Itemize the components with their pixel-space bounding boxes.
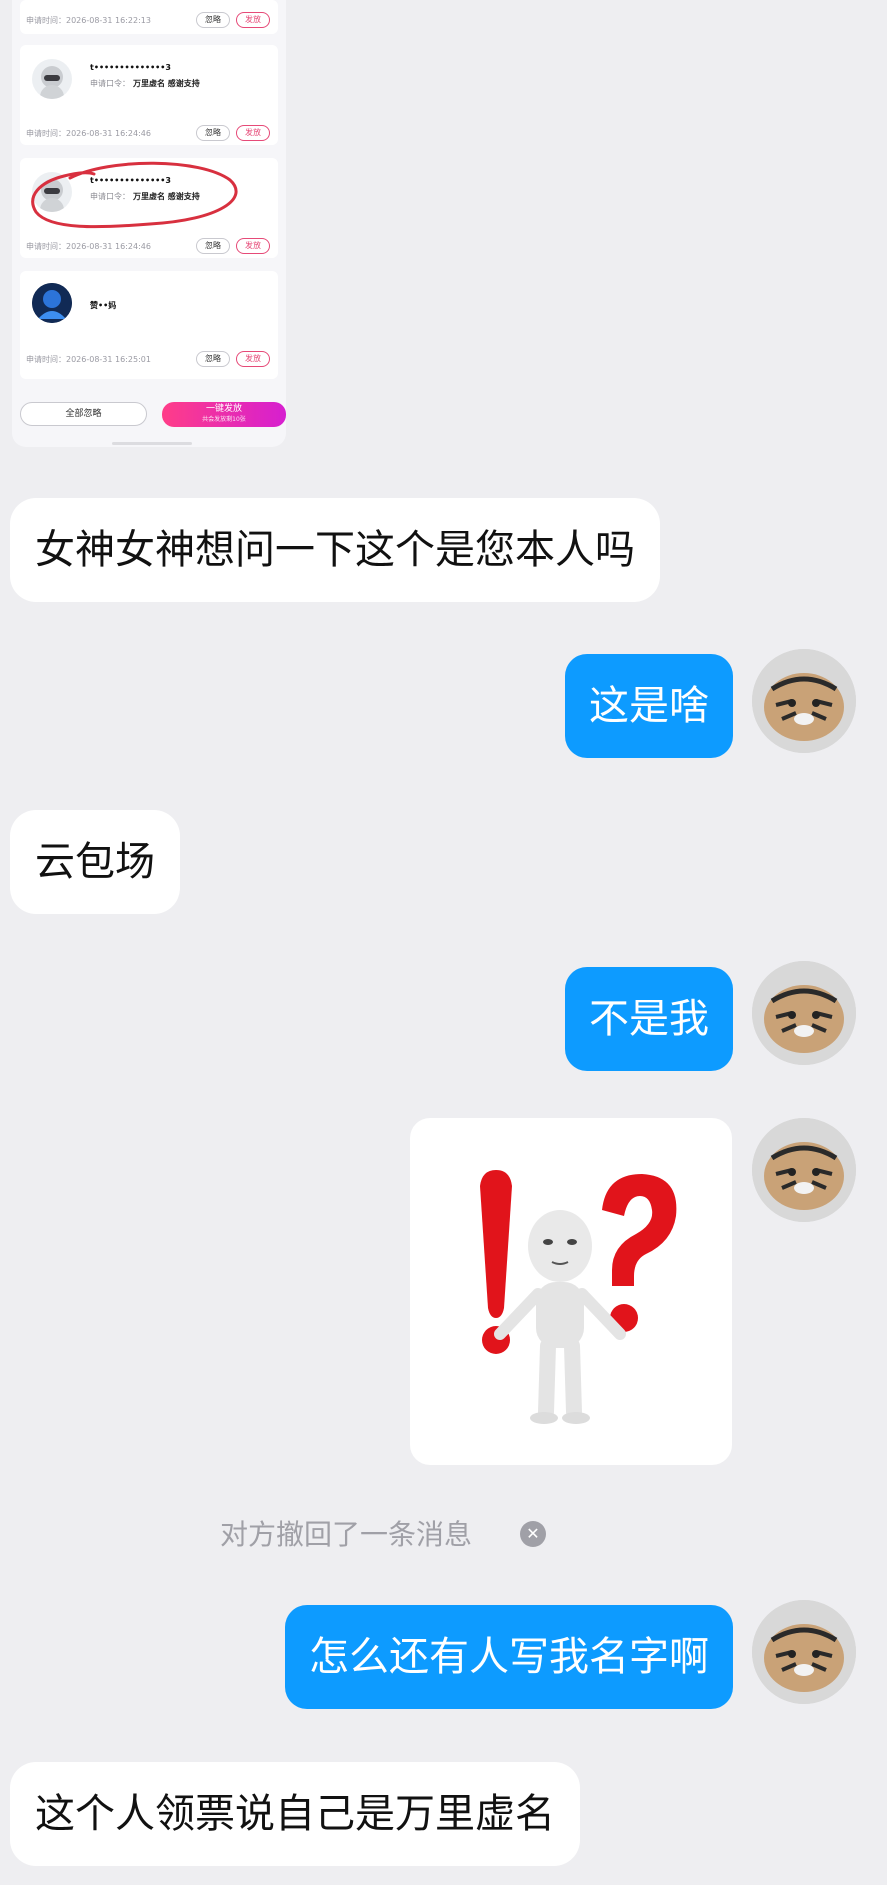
ignore-all-button[interactable]: 全部忽略 [20, 402, 147, 426]
message-bubble-incoming: 这个人领票说自己是万里虚名 [10, 1762, 580, 1866]
send-all-label: 一键发放 [205, 404, 242, 414]
avatar[interactable] [752, 1600, 856, 1704]
user-name: t••••••••••••••3 [90, 63, 171, 72]
message-bubble-incoming: 云包场 [10, 810, 180, 914]
bottom-action-bar: 全部忽略 一键发放 共会发放剩10张 [20, 402, 286, 428]
message-bubble-outgoing: 不是我 [565, 967, 733, 1071]
send-all-button[interactable]: 一键发放 共会发放剩10张 [162, 402, 286, 427]
time-row: 申请时间：2026-08-31 16:22:13 忽略 发放 [20, 8, 278, 32]
ignore-button[interactable]: 忽略 [196, 351, 230, 367]
avatar[interactable] [752, 1118, 856, 1222]
message-bubble-incoming: 女神女神想问一下这个是您本人吗 [10, 498, 660, 602]
time-row: 申请时间：2026-08-31 16:24:46 忽略 发放 [20, 121, 278, 145]
avatar[interactable] [752, 649, 856, 753]
message-bubble-outgoing: 这是啥 [565, 654, 733, 758]
close-circle-icon[interactable]: ✕ [520, 1521, 546, 1547]
apply-time: 申请时间：2026-08-31 16:25:01 [26, 354, 151, 364]
apply-command: 申请口令： 万里虚名 感谢支持 [90, 79, 200, 88]
sticker-message[interactable] [410, 1118, 732, 1465]
home-indicator [112, 442, 192, 445]
user-name: 赞••妈 [90, 301, 117, 310]
send-button[interactable]: 发放 [236, 125, 270, 141]
embedded-screenshot: 申请时间：2026-08-31 16:22:13 忽略 发放 t••••••••… [12, 0, 286, 447]
red-annotation-circle [31, 161, 238, 229]
send-button[interactable]: 发放 [236, 351, 270, 367]
send-button[interactable]: 发放 [236, 12, 270, 28]
send-all-sublabel: 共会发放剩10张 [202, 416, 246, 423]
ignore-button[interactable]: 忽略 [196, 125, 230, 141]
time-row: 申请时间：2026-08-31 16:25:01 忽略 发放 [20, 347, 278, 371]
apply-time: 申请时间：2026-08-31 16:22:13 [26, 15, 151, 25]
exclamation-question-sticker [480, 1170, 677, 1424]
avatar [32, 283, 72, 323]
apply-time: 申请时间：2026-08-31 16:24:46 [26, 128, 151, 138]
recall-notice: 对方撤回了一条消息 [220, 1518, 473, 1551]
avatar [32, 59, 72, 99]
avatar[interactable] [752, 961, 856, 1065]
ignore-button[interactable]: 忽略 [196, 12, 230, 28]
message-bubble-outgoing: 怎么还有人写我名字啊 [285, 1605, 733, 1709]
apply-time: 申请时间：2026-08-31 16:24:46 [26, 241, 151, 251]
